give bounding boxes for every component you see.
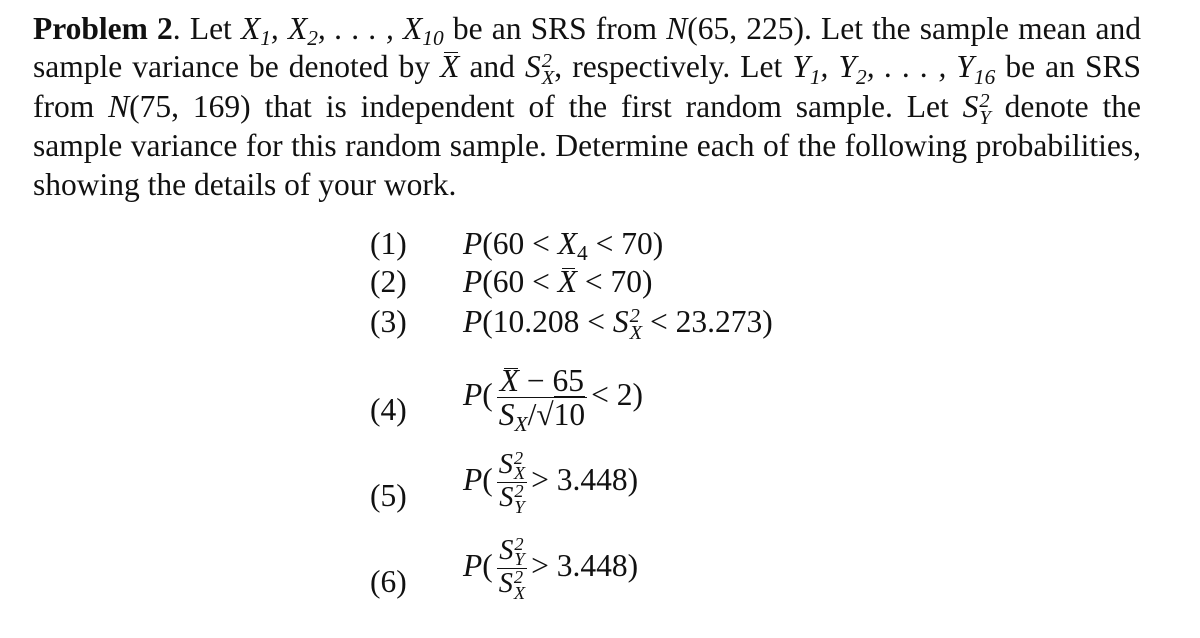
expression-5: P(S 2 X S 2 Y > 3.448) xyxy=(463,447,639,517)
expression-4: P(X − 65 SX/√10 < 2) xyxy=(463,363,644,437)
expression-2: P(60 < X < 70) xyxy=(463,264,653,299)
expression-1: P(60 < X4 < 70) xyxy=(463,226,664,266)
sy2-symbol: S2Y xyxy=(962,88,991,129)
problem-label: Problem 2 xyxy=(33,11,173,46)
expression-3: P(10.208 < S2X < 23.273) xyxy=(463,304,773,345)
distribution-y: N xyxy=(108,88,130,124)
distribution-x: N xyxy=(666,11,688,46)
sx2-symbol: S2X xyxy=(525,49,555,90)
x-sequence: X1, X2, . . . , X10 xyxy=(240,11,444,51)
problem-statement: Problem 2. Let X1, X2, . . . , X10 be an… xyxy=(33,11,1142,202)
y-sequence: Y1, Y2, . . . , Y16 xyxy=(792,49,996,89)
x-bar-symbol: X xyxy=(440,48,459,86)
expression-6: P(S 2 Y S 2 X > 3.448) xyxy=(463,533,639,603)
